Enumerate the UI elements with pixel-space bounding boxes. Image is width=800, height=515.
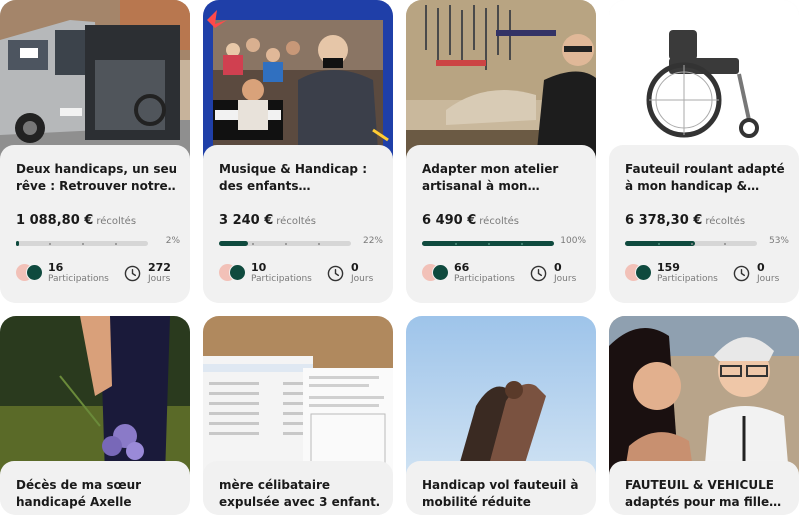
participations-label: Participations	[48, 274, 109, 284]
clock-icon	[327, 265, 344, 282]
campaign-grid: Deux handicaps, un seul rêve : Retrouver…	[0, 0, 800, 515]
participant-avatars	[625, 264, 653, 282]
card-body: Fauteuil roulant adapté à mon handicap &…	[609, 145, 799, 303]
progress-bar	[422, 241, 554, 246]
progress-percent: 2%	[165, 236, 180, 246]
progress-bar	[625, 241, 757, 246]
campaign-image-documents[interactable]	[203, 316, 393, 476]
participant-avatars	[219, 264, 247, 282]
clock-icon	[124, 265, 141, 282]
amount-raised: 3 240 € récoltés	[219, 213, 317, 228]
progress-percent: 22%	[362, 236, 383, 246]
progress-percent: 53%	[768, 236, 789, 246]
campaign-image-selfie[interactable]	[609, 316, 799, 476]
campaign-title[interactable]: FAUTEUIL & VEHICULE adaptés pour ma fill…	[625, 477, 785, 511]
campaign-title[interactable]: Décès de ma sœur handicapé Axelle	[16, 477, 176, 511]
campaign-image-van[interactable]	[0, 0, 190, 160]
campaign-image-piano[interactable]	[203, 0, 393, 160]
campaign-card[interactable]: Adapter mon atelier artisanal à mon… 6 4…	[406, 0, 596, 303]
participant-avatars	[16, 264, 44, 282]
progress-percent: 100%	[560, 236, 586, 246]
clock-icon	[530, 265, 547, 282]
campaign-title[interactable]: Fauteuil roulant adapté à mon handicap &…	[625, 161, 785, 195]
days-label: Jours	[148, 274, 171, 284]
amount-raised: 6 490 € récoltés	[422, 213, 520, 228]
card-stats: 10 Participations 0 Jours	[219, 261, 384, 287]
campaign-title[interactable]: Deux handicaps, un seul rêve : Retrouver…	[16, 161, 176, 195]
campaign-image-wheelchair[interactable]	[609, 0, 799, 160]
campaign-card[interactable]: Handicap vol fauteuil à mobilité réduite	[406, 316, 596, 515]
card-body: mère célibataire expulsée avec 3 enfant…	[203, 461, 393, 515]
participations-label: Participations	[657, 274, 718, 284]
campaign-card[interactable]: Décès de ma sœur handicapé Axelle	[0, 316, 190, 515]
days-remaining: 0	[757, 261, 765, 274]
days-remaining: 272	[148, 261, 171, 274]
progress-fill	[16, 241, 19, 246]
days-remaining: 0	[554, 261, 562, 274]
campaign-title[interactable]: mère célibataire expulsée avec 3 enfant…	[219, 477, 379, 511]
campaign-card[interactable]: Deux handicaps, un seul rêve : Retrouver…	[0, 0, 190, 303]
days-label: Jours	[554, 274, 577, 284]
participations-label: Participations	[454, 274, 515, 284]
campaign-card[interactable]: Fauteuil roulant adapté à mon handicap &…	[609, 0, 799, 303]
days-label: Jours	[757, 274, 780, 284]
participations-count: 159	[657, 261, 680, 274]
participations-count: 10	[251, 261, 267, 274]
progress-bar	[16, 241, 148, 246]
campaign-image-flowers[interactable]	[0, 316, 190, 476]
campaign-title[interactable]: Handicap vol fauteuil à mobilité réduite	[422, 477, 582, 511]
amount-raised: 6 378,30 € récoltés	[625, 213, 746, 228]
campaign-image-hands[interactable]	[406, 316, 596, 476]
amount-raised: 1 088,80 € récoltés	[16, 213, 137, 228]
progress-fill	[219, 241, 249, 246]
card-body: Adapter mon atelier artisanal à mon… 6 4…	[406, 145, 596, 303]
card-stats: 16 Participations 272 Jours	[16, 261, 181, 287]
days-label: Jours	[351, 274, 374, 284]
card-body: FAUTEUIL & VEHICULE adaptés pour ma fill…	[609, 461, 799, 515]
participations-count: 66	[454, 261, 470, 274]
card-body: Musique & Handicap : des enfants… 3 240 …	[203, 145, 393, 303]
participations-count: 16	[48, 261, 64, 274]
card-body: Handicap vol fauteuil à mobilité réduite	[406, 461, 596, 515]
progress-bar	[219, 241, 351, 246]
card-body: Deux handicaps, un seul rêve : Retrouver…	[0, 145, 190, 303]
participant-avatars	[422, 264, 450, 282]
clock-icon	[733, 265, 750, 282]
campaign-image-workshop[interactable]	[406, 0, 596, 160]
card-stats: 66 Participations 0 Jours	[422, 261, 587, 287]
campaign-card[interactable]: FAUTEUIL & VEHICULE adaptés pour ma fill…	[609, 316, 799, 515]
campaign-card[interactable]: mère célibataire expulsée avec 3 enfant…	[203, 316, 393, 515]
campaign-card[interactable]: Musique & Handicap : des enfants… 3 240 …	[203, 0, 393, 303]
days-remaining: 0	[351, 261, 359, 274]
campaign-title[interactable]: Adapter mon atelier artisanal à mon…	[422, 161, 582, 195]
card-body: Décès de ma sœur handicapé Axelle	[0, 461, 190, 515]
campaign-title[interactable]: Musique & Handicap : des enfants…	[219, 161, 379, 195]
card-stats: 159 Participations 0 Jours	[625, 261, 790, 287]
participations-label: Participations	[251, 274, 312, 284]
